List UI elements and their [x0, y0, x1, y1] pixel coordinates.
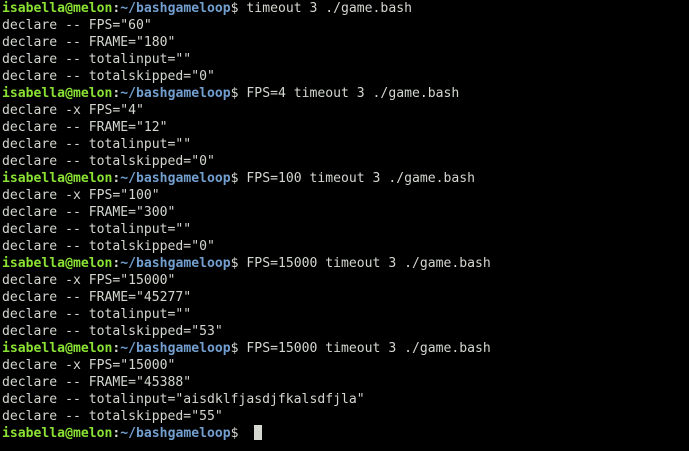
output-line: declare -- totalskipped="0" [2, 69, 215, 84]
output-line: declare -- FRAME="180" [2, 35, 176, 50]
output-line: declare -- totalinput="" [2, 222, 192, 237]
terminal-window[interactable]: isabella@melon:~/bashgameloop$ timeout 3… [0, 0, 689, 451]
command-text: FPS=15000 timeout 3 ./game.bash [246, 341, 491, 356]
prompt-line: isabella@melon:~/bashgameloop$ timeout 3… [2, 0, 689, 17]
prompt-line: isabella@melon:~/bashgameloop$ FPS=15000… [2, 340, 689, 357]
prompt-path: ~/bashgameloop [120, 86, 231, 101]
prompt-symbol: $ [230, 86, 239, 101]
prompt-path: ~/bashgameloop [120, 1, 231, 16]
output-line: declare -- totalinput="aisdklfjasdjfkals… [2, 392, 365, 407]
command-text: FPS=100 timeout 3 ./game.bash [246, 171, 476, 186]
command-text: FPS=4 timeout 3 ./game.bash [246, 86, 460, 101]
prompt-path: ~/bashgameloop [120, 171, 231, 186]
prompt-user-host: isabella@melon [2, 256, 113, 271]
command-text: FPS=15000 timeout 3 ./game.bash [246, 256, 491, 271]
prompt-user-host: isabella@melon [2, 86, 113, 101]
prompt-user-host: isabella@melon [2, 341, 113, 356]
output-line: declare -x FPS="15000" [2, 358, 176, 373]
output-line: declare -- FRAME="45388" [2, 375, 192, 390]
output-line: declare -- FPS="60" [2, 18, 152, 33]
prompt-path: ~/bashgameloop [120, 341, 231, 356]
output-line: declare -- totalinput="" [2, 137, 192, 152]
command-text: timeout 3 ./game.bash [246, 1, 412, 16]
output-line: declare -x FPS="100" [2, 188, 160, 203]
prompt-symbol: $ [230, 1, 239, 16]
output-line: declare -- totalskipped="0" [2, 239, 215, 254]
prompt-symbol: $ [230, 256, 239, 271]
prompt-path: ~/bashgameloop [120, 426, 231, 441]
prompt-user-host: isabella@melon [2, 171, 113, 186]
output-line: declare -- totalinput="" [2, 52, 192, 67]
output-line: declare -- totalskipped="55" [2, 409, 223, 424]
prompt-user-host: isabella@melon [2, 426, 113, 441]
prompt-symbol: $ [230, 171, 239, 186]
output-line: declare -- FRAME="12" [2, 120, 168, 135]
prompt-user-host: isabella@melon [2, 1, 113, 16]
text-cursor [254, 425, 263, 440]
prompt-symbol: $ [230, 426, 239, 441]
output-line: declare -- totalskipped="0" [2, 154, 215, 169]
output-line: declare -x FPS="15000" [2, 273, 176, 288]
prompt-line: isabella@melon:~/bashgameloop$ FPS=4 tim… [2, 85, 689, 102]
prompt-path: ~/bashgameloop [120, 256, 231, 271]
output-line: declare -- FRAME="300" [2, 205, 176, 220]
output-line: declare -- totalinput="" [2, 307, 192, 322]
output-line: declare -- FRAME="45277" [2, 290, 192, 305]
active-prompt-line[interactable]: isabella@melon:~/bashgameloop$ [2, 425, 689, 442]
prompt-line: isabella@melon:~/bashgameloop$ FPS=15000… [2, 255, 689, 272]
prompt-symbol: $ [230, 341, 239, 356]
prompt-line: isabella@melon:~/bashgameloop$ FPS=100 t… [2, 170, 689, 187]
output-line: declare -x FPS="4" [2, 103, 144, 118]
output-line: declare -- totalskipped="53" [2, 324, 223, 339]
